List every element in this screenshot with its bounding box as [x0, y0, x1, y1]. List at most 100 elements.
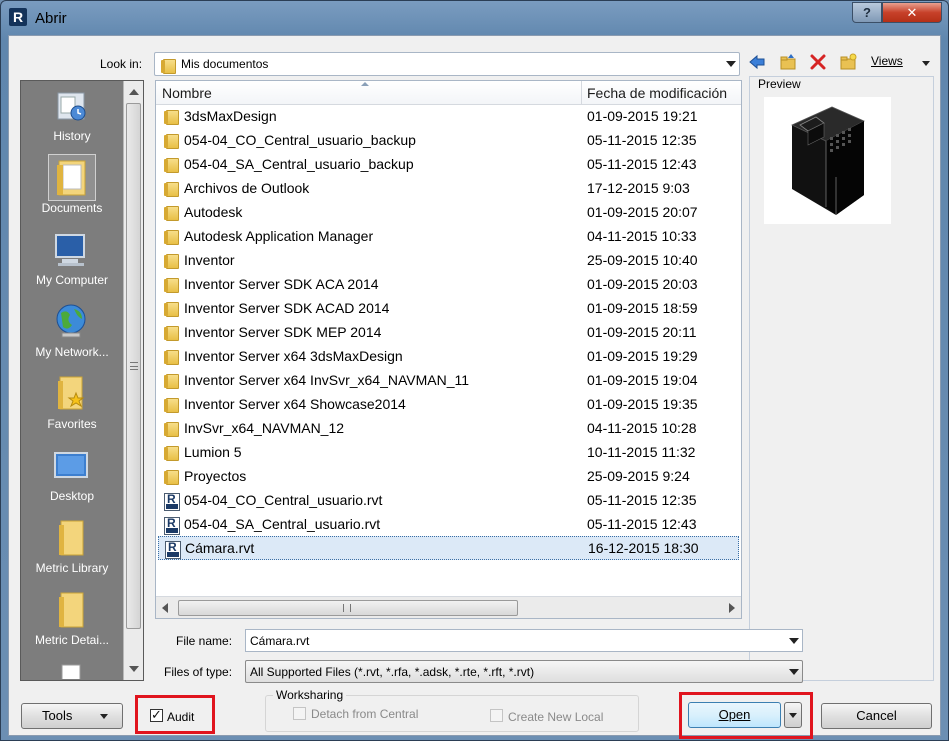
place-my-computer[interactable]: My Computer — [21, 225, 123, 295]
detach-from-central-checkbox[interactable] — [293, 707, 306, 720]
document-icon — [52, 661, 90, 679]
row-date: 17-12-2015 9:03 — [587, 180, 690, 196]
folder-row[interactable]: Inventor Server x64 Showcase2014 01-09-20… — [158, 393, 739, 417]
up-folder-icon[interactable] — [779, 53, 797, 71]
place-partial[interactable] — [21, 657, 123, 679]
create-new-local-checkbox[interactable] — [490, 709, 503, 722]
revit-file-icon — [165, 540, 181, 559]
row-date: 04-11-2015 10:28 — [587, 420, 697, 436]
folder-row[interactable]: Lumion 5 10-11-2015 11:32 — [158, 441, 739, 465]
row-date: 25-09-2015 10:40 — [587, 252, 698, 268]
look-in-dropdown[interactable]: Mis documentos — [154, 52, 740, 76]
folder-icon — [164, 181, 179, 197]
place-label: Favorites — [47, 417, 97, 431]
scroll-right-icon[interactable] — [729, 603, 735, 613]
new-folder-icon[interactable] — [839, 53, 857, 71]
folder-row[interactable]: 054-04_CO_Central_usuario_backup 05-11-20… — [158, 129, 739, 153]
folder-row[interactable]: Inventor Server SDK ACAD 2014 01-09-2015 … — [158, 297, 739, 321]
folder-row[interactable]: Inventor Server x64 InvSvr_x64_NAVMAN_11… — [158, 369, 739, 393]
row-name: 054-04_CO_Central_usuario_backup — [184, 132, 416, 148]
audit-checkbox[interactable] — [150, 707, 163, 723]
row-date: 04-11-2015 10:33 — [587, 228, 697, 244]
delete-icon[interactable] — [809, 53, 827, 71]
scroll-down-icon[interactable] — [129, 666, 139, 672]
help-button[interactable]: ? — [852, 2, 882, 23]
file-row[interactable]: Cámara.rvt 16-12-2015 18:30 — [158, 536, 739, 560]
folder-row[interactable]: Autodesk Application Manager 04-11-2015 1… — [158, 225, 739, 249]
chevron-down-icon[interactable] — [922, 61, 930, 66]
chevron-down-icon[interactable] — [789, 638, 799, 644]
places-scroll-thumb[interactable] — [126, 103, 141, 629]
scroll-left-icon[interactable] — [162, 603, 168, 613]
place-documents[interactable]: Documents — [21, 153, 123, 223]
places-bar: History Documents My Computer My Network… — [20, 80, 144, 681]
chevron-down-icon[interactable] — [789, 669, 799, 675]
place-metric-detail[interactable]: Metric Detai... — [21, 585, 123, 655]
open-options-dropdown[interactable] — [784, 702, 802, 728]
row-name: 054-04_SA_Central_usuario_backup — [184, 156, 414, 172]
folder-icon — [164, 253, 179, 269]
views-menu-button[interactable]: Views — [871, 54, 903, 68]
row-date: 05-11-2015 12:35 — [587, 132, 697, 148]
folder-icon — [164, 421, 179, 437]
title-bar[interactable]: R Abrir ? ✕ — [1, 1, 948, 35]
row-date: 25-09-2015 9:24 — [587, 468, 690, 484]
row-name: Inventor — [184, 252, 235, 268]
folder-row[interactable]: Inventor 25-09-2015 10:40 — [158, 249, 739, 273]
place-label: Documents — [41, 201, 103, 215]
open-dialog-window: R Abrir ? ✕ Look in: Mis documentos View… — [0, 0, 949, 741]
file-name-input[interactable]: Cámara.rvt — [245, 629, 803, 652]
folder-row[interactable]: Autodesk 01-09-2015 20:07 — [158, 201, 739, 225]
folder-row[interactable]: Proyectos 25-09-2015 9:24 — [158, 465, 739, 489]
horizontal-scroll-thumb[interactable] — [178, 600, 518, 616]
folder-row[interactable]: Inventor Server SDK MEP 2014 01-09-2015 2… — [158, 321, 739, 345]
history-icon — [52, 85, 90, 125]
folder-icon — [164, 373, 179, 389]
folder-icon — [164, 445, 179, 461]
folder-row[interactable]: Inventor Server x64 3dsMaxDesign 01-09-20… — [158, 345, 739, 369]
column-divider[interactable] — [581, 81, 582, 105]
revit-app-icon: R — [9, 8, 27, 26]
folder-row[interactable]: 3dsMaxDesign 01-09-2015 19:21 — [158, 105, 739, 129]
chevron-down-icon — [789, 713, 797, 718]
row-name: Inventor Server x64 InvSvr_x64_NAVMAN_11 — [184, 372, 470, 388]
place-desktop[interactable]: Desktop — [21, 441, 123, 511]
row-name: Cámara.rvt — [185, 540, 255, 556]
cancel-button[interactable]: Cancel — [821, 703, 932, 729]
folder-row[interactable]: Inventor Server SDK ACA 2014 01-09-2015 2… — [158, 273, 739, 297]
file-row[interactable]: 054-04_CO_Central_usuario.rvt 05-11-2015 … — [158, 489, 739, 513]
library-folder-icon — [52, 517, 90, 557]
open-button[interactable]: Open — [688, 702, 781, 728]
back-arrow-icon[interactable] — [748, 53, 766, 71]
place-history[interactable]: History — [21, 81, 123, 151]
tools-button[interactable]: Tools — [21, 703, 123, 729]
column-header-name[interactable]: Nombre — [162, 81, 212, 105]
column-header-date[interactable]: Fecha de modificación — [587, 81, 727, 105]
folder-row[interactable]: InvSvr_x64_NAVMAN_12 04-11-2015 10:28 — [158, 417, 739, 441]
computer-icon — [52, 229, 90, 269]
preview-label: Preview — [758, 77, 801, 91]
horizontal-scrollbar[interactable] — [156, 596, 741, 618]
row-name: 054-04_CO_Central_usuario.rvt — [184, 492, 383, 508]
files-of-type-dropdown[interactable]: All Supported Files (*.rvt, *.rfa, *.ads… — [245, 660, 803, 683]
place-my-network[interactable]: My Network... — [21, 297, 123, 367]
place-metric-library[interactable]: Metric Library — [21, 513, 123, 583]
row-date: 05-11-2015 12:43 — [587, 156, 697, 172]
scroll-up-icon[interactable] — [129, 89, 139, 95]
audit-label[interactable]: Audit — [167, 710, 194, 724]
file-list[interactable]: Nombre Fecha de modificación 3dsMaxDesig… — [155, 80, 742, 619]
row-name: Autodesk Application Manager — [184, 228, 374, 244]
folder-icon — [164, 301, 179, 317]
chevron-down-icon[interactable] — [726, 61, 736, 67]
file-row[interactable]: 054-04_SA_Central_usuario.rvt 05-11-2015 … — [158, 513, 739, 537]
place-label: My Computer — [35, 273, 109, 287]
folder-row[interactable]: 054-04_SA_Central_usuario_backup 05-11-20… — [158, 153, 739, 177]
places-scrollbar[interactable] — [123, 81, 143, 680]
place-favorites[interactable]: Favorites — [21, 369, 123, 439]
place-label: My Network... — [35, 345, 109, 359]
tools-label: Tools — [42, 708, 73, 723]
folder-row[interactable]: Archivos de Outlook 17-12-2015 9:03 — [158, 177, 739, 201]
close-button[interactable]: ✕ — [882, 2, 942, 23]
row-name: Proyectos — [184, 468, 247, 484]
folder-icon — [164, 469, 179, 485]
